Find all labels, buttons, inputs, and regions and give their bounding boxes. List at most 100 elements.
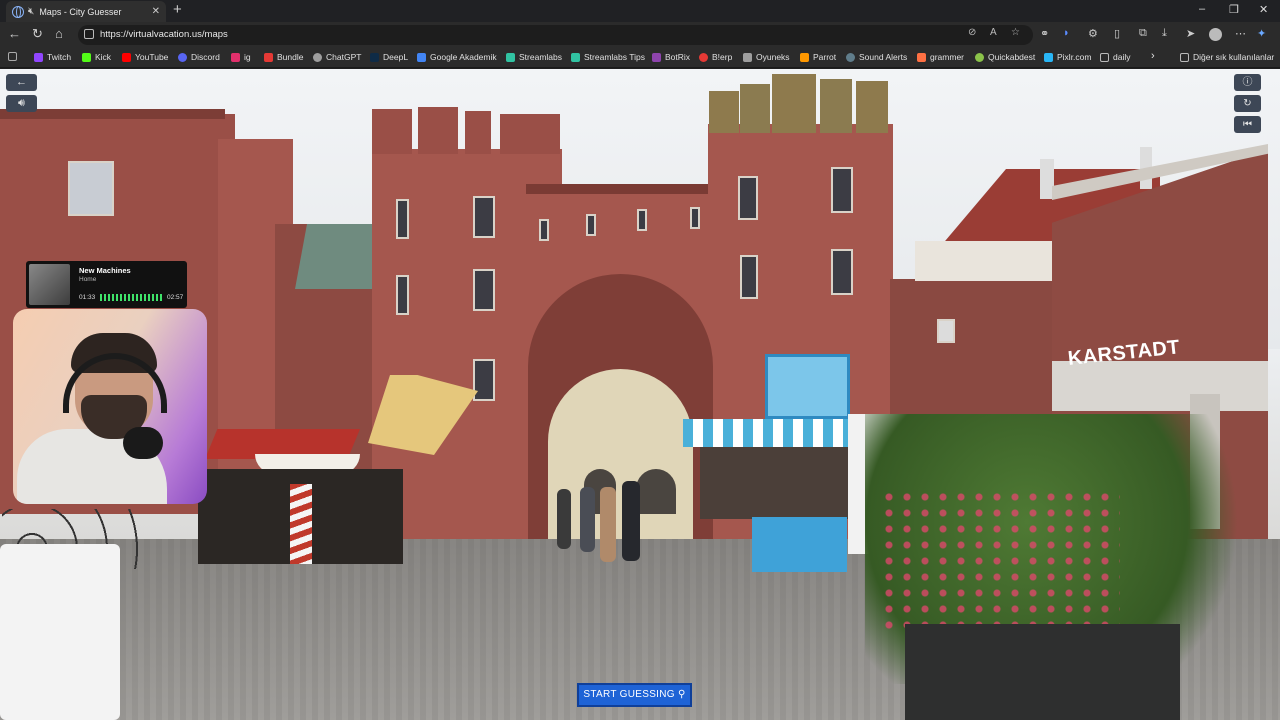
tab-title: Maps - City Guesser xyxy=(39,6,122,17)
pixlr-icon xyxy=(1044,52,1053,62)
mute-icon[interactable]: 🔇︎ xyxy=(28,6,34,17)
downloads-icon[interactable]: ⤓ xyxy=(1162,27,1167,40)
favorite-star-icon[interactable]: ☆ xyxy=(1011,27,1020,38)
extension-icon[interactable]: ◗ xyxy=(1063,27,1070,39)
microphone xyxy=(123,427,163,459)
back-icon[interactable]: ← xyxy=(8,27,21,41)
album-art xyxy=(29,264,70,305)
speaker-icon[interactable]: 🔊︎ xyxy=(6,95,37,112)
bookmarks-bar: Twitch Kick YouTube Discord ig Bundle Ch… xyxy=(0,48,1280,68)
bookmark-youtube[interactable]: YouTube xyxy=(122,52,168,62)
folder-icon xyxy=(1100,52,1109,62)
bookmark-streamlabs-tips[interactable]: Streamlabs Tips xyxy=(571,52,645,62)
sound-alerts-icon xyxy=(846,52,855,62)
close-window-button[interactable]: ✕ xyxy=(1259,3,1268,16)
google-scholar-icon xyxy=(417,52,426,62)
start-guessing-button[interactable]: START GUESSING ⚲ xyxy=(577,683,692,707)
bookmark-twitch[interactable]: Twitch xyxy=(34,52,71,62)
profile-avatar[interactable] xyxy=(1209,28,1222,41)
stall-awning-blue xyxy=(683,419,853,447)
kick-icon xyxy=(82,52,91,62)
street-view-panorama[interactable]: KARSTADT ← 🔊︎ ⓘ ↻ ⏮ New Machines Home 01… xyxy=(0,69,1280,720)
back-arrow-icon[interactable]: ← xyxy=(6,74,37,91)
copilot-icon[interactable]: ✦ xyxy=(1257,27,1266,40)
browser-tab[interactable]: 🔇︎ Maps - City Guesser ✕ xyxy=(6,1,166,22)
streamlabs-icon xyxy=(571,52,580,62)
folder-icon xyxy=(1180,52,1189,62)
minimize-button[interactable]: – xyxy=(1199,3,1205,15)
bundle-icon xyxy=(264,52,273,62)
bookmark-bundle[interactable]: Bundle xyxy=(264,52,303,62)
more-bookmarks-chevron-icon[interactable]: › xyxy=(1151,50,1155,62)
tab-bar: 🔇︎ Maps - City Guesser ✕ + – ❐ ✕ xyxy=(0,0,1280,22)
barrier xyxy=(0,544,120,720)
new-tab-button[interactable]: + xyxy=(173,2,182,18)
pedestrian xyxy=(600,487,616,562)
share-icon[interactable]: ➤ xyxy=(1186,27,1195,40)
botrix-icon xyxy=(652,52,661,62)
bookmark-pixlr[interactable]: Pixlr.com xyxy=(1044,52,1091,62)
bookmark-parrot[interactable]: Parrot xyxy=(800,52,836,62)
url-text[interactable]: https://virtualvacation.us/maps xyxy=(100,29,228,40)
bookmark-streamlabs[interactable]: Streamlabs xyxy=(506,52,562,62)
audio-visualizer xyxy=(100,294,162,301)
bookmark-quickabdest[interactable]: Quickabdest xyxy=(975,52,1035,62)
bookmark-ig[interactable]: ig xyxy=(231,52,251,62)
extension-icon[interactable]: ⚭ xyxy=(1040,27,1049,40)
pedestrian xyxy=(622,481,640,561)
close-tab-icon[interactable]: ✕ xyxy=(152,6,160,17)
site-info-icon[interactable] xyxy=(84,29,94,39)
bookmark-grammer[interactable]: grammer xyxy=(917,52,964,62)
oyuneks-icon xyxy=(743,52,752,62)
track-duration: 02:57 xyxy=(167,294,184,301)
bookmark-daily[interactable]: daily xyxy=(1100,52,1130,62)
read-aloud-icon[interactable]: A xyxy=(990,27,997,38)
blerp-icon xyxy=(699,52,708,62)
bookmarks-bar-icon[interactable] xyxy=(8,52,21,61)
tracking-icon[interactable]: ⊘ xyxy=(968,27,976,38)
bookmark-kick[interactable]: Kick xyxy=(82,52,111,62)
bookmark-other-folder[interactable]: Diğer sık kullanılanlar xyxy=(1180,52,1274,62)
chatgpt-icon xyxy=(313,52,322,62)
planter xyxy=(905,624,1180,720)
deepl-icon xyxy=(370,52,379,62)
bookmark-blerp[interactable]: B!erp xyxy=(699,52,732,62)
menu-icon[interactable]: ⋯ xyxy=(1235,27,1246,40)
pedestrian xyxy=(557,489,571,549)
bookmark-discord[interactable]: Discord xyxy=(178,52,220,62)
extensions-puzzle-icon[interactable]: ⚙ xyxy=(1088,27,1098,40)
map-pin-icon: ⚲ xyxy=(677,689,686,700)
split-screen-icon[interactable]: ▯ xyxy=(1114,27,1120,40)
address-bar[interactable]: https://virtualvacation.us/maps xyxy=(78,25,1033,45)
instagram-icon xyxy=(231,52,240,62)
maximize-button[interactable]: ❐ xyxy=(1229,3,1239,16)
pedestrian xyxy=(580,487,595,552)
bookmark-deepl[interactable]: DeepL xyxy=(370,52,408,62)
bookmark-chatgpt[interactable]: ChatGPT xyxy=(313,52,361,62)
youtube-icon xyxy=(122,52,131,62)
twitch-icon xyxy=(34,52,43,62)
window xyxy=(68,161,114,216)
bookmark-botrix[interactable]: BotRix xyxy=(652,52,690,62)
restart-icon[interactable]: ⏮ xyxy=(1234,116,1261,133)
refresh-icon[interactable]: ↻ xyxy=(1234,95,1261,112)
grammer-icon xyxy=(917,52,926,62)
green-roof xyxy=(295,224,375,289)
info-icon[interactable]: ⓘ xyxy=(1234,74,1261,91)
parrot-icon xyxy=(800,52,809,62)
globe-icon xyxy=(12,5,24,18)
discord-icon xyxy=(178,52,187,62)
bookmark-sound-alerts[interactable]: Sound Alerts xyxy=(846,52,907,62)
quickabdest-icon xyxy=(975,52,984,62)
collections-icon[interactable]: ⧉ xyxy=(1139,27,1147,40)
bookmark-oyuneks[interactable]: Oyuneks xyxy=(743,52,790,62)
song-title: New Machines xyxy=(79,266,131,275)
elapsed-time: 01:33 xyxy=(79,294,96,301)
now-playing-widget: New Machines Home 01:33 02:57 xyxy=(26,261,187,308)
reload-icon[interactable]: ↻ xyxy=(32,27,43,41)
streamlabs-icon xyxy=(506,52,515,62)
bookmark-google-akademik[interactable]: Google Akademik xyxy=(417,52,497,62)
webcam-overlay xyxy=(13,309,207,504)
herzerl-stall xyxy=(752,517,847,572)
home-icon[interactable]: ⌂ xyxy=(55,27,63,41)
